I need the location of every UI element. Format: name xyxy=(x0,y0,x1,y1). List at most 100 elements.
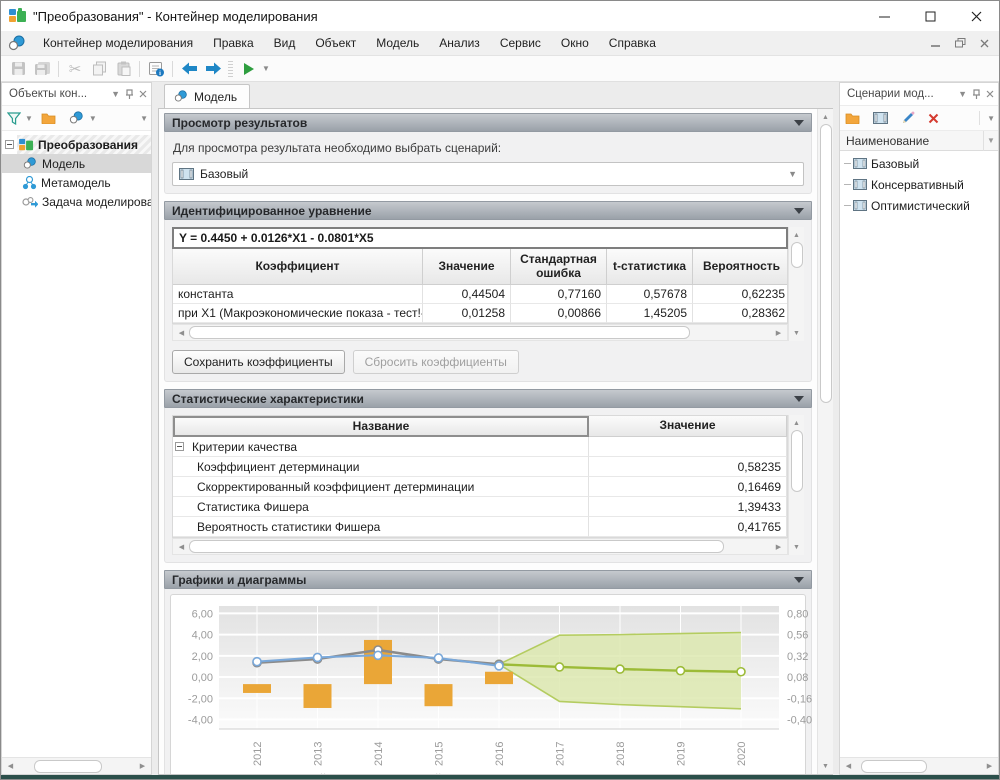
panel-dropdown-icon[interactable]: ▼ xyxy=(958,89,967,99)
coef-hscrollbar[interactable]: ◀ ▶ xyxy=(172,324,788,341)
scenario-dropdown-icon[interactable]: ▼ xyxy=(788,169,797,179)
scroll-right-icon[interactable]: ▶ xyxy=(771,543,786,551)
toolbar-grip[interactable] xyxy=(228,61,233,77)
section-stats-header[interactable]: Статистические характеристики xyxy=(164,389,812,408)
stats-row-0[interactable]: Коэффициент детерминации0,58235 xyxy=(173,457,787,477)
paste-button[interactable] xyxy=(111,58,135,80)
stats-group-row[interactable]: Критерии качества xyxy=(173,437,787,457)
menu-item-0[interactable]: Контейнер моделирования xyxy=(33,32,203,54)
scenario-item-2[interactable]: Оптимистический xyxy=(840,195,998,216)
menu-item-7[interactable]: Окно xyxy=(551,32,599,54)
tree-item-2[interactable]: Задача моделирования xyxy=(2,192,151,211)
pin-icon[interactable] xyxy=(125,89,134,100)
legend-item-2[interactable]: Ряд остатков xyxy=(559,773,644,775)
scroll-down-icon[interactable]: ▼ xyxy=(793,540,800,554)
back-button[interactable] xyxy=(177,58,201,80)
tree-item-0[interactable]: Модель xyxy=(2,154,151,173)
collapse-icon[interactable] xyxy=(794,120,804,126)
scenarios-toolbar-overflow-icon[interactable]: ▼ xyxy=(987,114,995,123)
report-properties-button[interactable]: i xyxy=(144,58,168,80)
scroll-left-icon[interactable]: ◀ xyxy=(174,329,189,337)
objects-toolbar-overflow-icon[interactable]: ▼ xyxy=(140,114,148,123)
menu-item-3[interactable]: Объект xyxy=(305,32,366,54)
delete-icon[interactable] xyxy=(926,108,941,128)
mdi-restore-icon[interactable] xyxy=(955,38,966,48)
collapse-icon[interactable] xyxy=(794,208,804,214)
collapse-icon[interactable] xyxy=(794,577,804,583)
scroll-left-icon[interactable]: ◀ xyxy=(3,762,18,770)
stats-row-1[interactable]: Скорректированный коэффициент детерминац… xyxy=(173,477,787,497)
panel-close-icon[interactable] xyxy=(139,90,147,98)
stats-header-1[interactable]: Значение xyxy=(589,416,787,437)
stats-hscrollbar[interactable]: ◀ ▶ xyxy=(172,538,788,555)
folder-icon[interactable] xyxy=(843,108,862,128)
coef-row-1[interactable]: при X1 (Макроэкономические показа - тест… xyxy=(173,304,787,323)
stats-header-0[interactable]: Название xyxy=(173,416,589,437)
copy-button[interactable] xyxy=(87,58,111,80)
scenario-item-1[interactable]: Консервативный xyxy=(840,174,998,195)
legend-item-0[interactable]: Исходный ряд xyxy=(249,773,348,774)
forward-button[interactable] xyxy=(201,58,225,80)
section-results-header[interactable]: Просмотр результатов xyxy=(164,113,812,132)
minimize-button[interactable] xyxy=(861,1,907,31)
save-button[interactable] xyxy=(6,58,30,80)
run-button[interactable] xyxy=(236,58,260,80)
folder-icon[interactable] xyxy=(39,108,58,128)
section-charts-header[interactable]: Графики и диаграммы xyxy=(164,570,812,589)
menu-item-6[interactable]: Сервис xyxy=(490,32,551,54)
collapse-expander-icon[interactable] xyxy=(175,442,184,451)
legend-item-1[interactable]: Модельный ряд xyxy=(356,773,463,774)
main-vscrollbar[interactable]: ▲ ▼ xyxy=(817,109,833,774)
pin-icon[interactable] xyxy=(972,89,981,100)
coef-header-1[interactable]: Значение xyxy=(423,249,511,285)
run-dropdown-icon[interactable]: ▼ xyxy=(262,64,270,73)
edit-pencil-icon[interactable] xyxy=(899,108,917,128)
column-dropdown-icon[interactable]: ▼ xyxy=(983,131,998,151)
scenarios-column-header[interactable]: Наименование ▼ xyxy=(840,131,998,151)
menu-item-2[interactable]: Вид xyxy=(264,32,306,54)
cut-button[interactable]: ✂ xyxy=(63,58,87,80)
coef-header-4[interactable]: Вероятность xyxy=(693,249,788,285)
coef-header-0[interactable]: Коэффициент xyxy=(173,249,423,285)
panel-dropdown-icon[interactable]: ▼ xyxy=(111,89,120,99)
scroll-up-icon[interactable]: ▲ xyxy=(793,228,800,242)
filter-icon[interactable] xyxy=(5,108,23,128)
filter-dropdown-icon[interactable]: ▼ xyxy=(25,114,33,123)
objects-hscrollbar[interactable]: ◀ ▶ xyxy=(2,757,151,774)
scenario-item-0[interactable]: Базовый xyxy=(840,153,998,174)
stats-vscrollbar[interactable]: ▲ ▼ xyxy=(788,415,804,555)
scroll-up-icon[interactable]: ▲ xyxy=(793,416,800,430)
panel-close-icon[interactable] xyxy=(986,90,994,98)
section-equation-header[interactable]: Идентифицированное уравнение xyxy=(164,201,812,220)
menu-item-4[interactable]: Модель xyxy=(366,32,429,54)
coef-row-0[interactable]: константа0,445040,771600,576780,62235 xyxy=(173,285,787,304)
scenario-combobox[interactable]: Базовый ▼ xyxy=(172,162,804,186)
maximize-button[interactable] xyxy=(907,1,953,31)
scroll-down-icon[interactable]: ▼ xyxy=(793,326,800,340)
menu-item-8[interactable]: Справка xyxy=(599,32,666,54)
reset-coefficients-button[interactable]: Сбросить коэффициенты xyxy=(353,350,519,374)
save-coefficients-button[interactable]: Сохранить коэффициенты xyxy=(172,350,345,374)
collapse-expander-icon[interactable] xyxy=(5,140,14,149)
scroll-right-icon[interactable]: ▶ xyxy=(982,762,997,770)
coef-vscrollbar[interactable]: ▲ ▼ xyxy=(788,227,804,341)
scroll-down-icon[interactable]: ▼ xyxy=(822,759,829,773)
collapse-icon[interactable] xyxy=(794,396,804,402)
scenario-list-icon[interactable] xyxy=(871,108,890,128)
scroll-right-icon[interactable]: ▶ xyxy=(135,762,150,770)
save-all-button[interactable] xyxy=(30,58,54,80)
model-filter-dropdown-icon[interactable]: ▼ xyxy=(89,114,97,123)
coef-header-2[interactable]: Стандартная ошибка xyxy=(511,249,607,285)
scenarios-hscrollbar[interactable]: ◀ ▶ xyxy=(840,757,998,774)
scroll-right-icon[interactable]: ▶ xyxy=(771,329,786,337)
coef-header-3[interactable]: t-статистика xyxy=(607,249,693,285)
close-button[interactable] xyxy=(953,1,999,31)
tree-item-root[interactable]: Преобразования xyxy=(2,135,151,154)
stats-row-2[interactable]: Статистика Фишера1,39433 xyxy=(173,497,787,517)
model-filter-icon[interactable] xyxy=(66,108,87,128)
menu-item-1[interactable]: Правка xyxy=(203,32,264,54)
mdi-close-icon[interactable] xyxy=(980,39,989,48)
scroll-left-icon[interactable]: ◀ xyxy=(841,762,856,770)
scroll-left-icon[interactable]: ◀ xyxy=(174,543,189,551)
mdi-minimize-icon[interactable] xyxy=(931,39,941,48)
